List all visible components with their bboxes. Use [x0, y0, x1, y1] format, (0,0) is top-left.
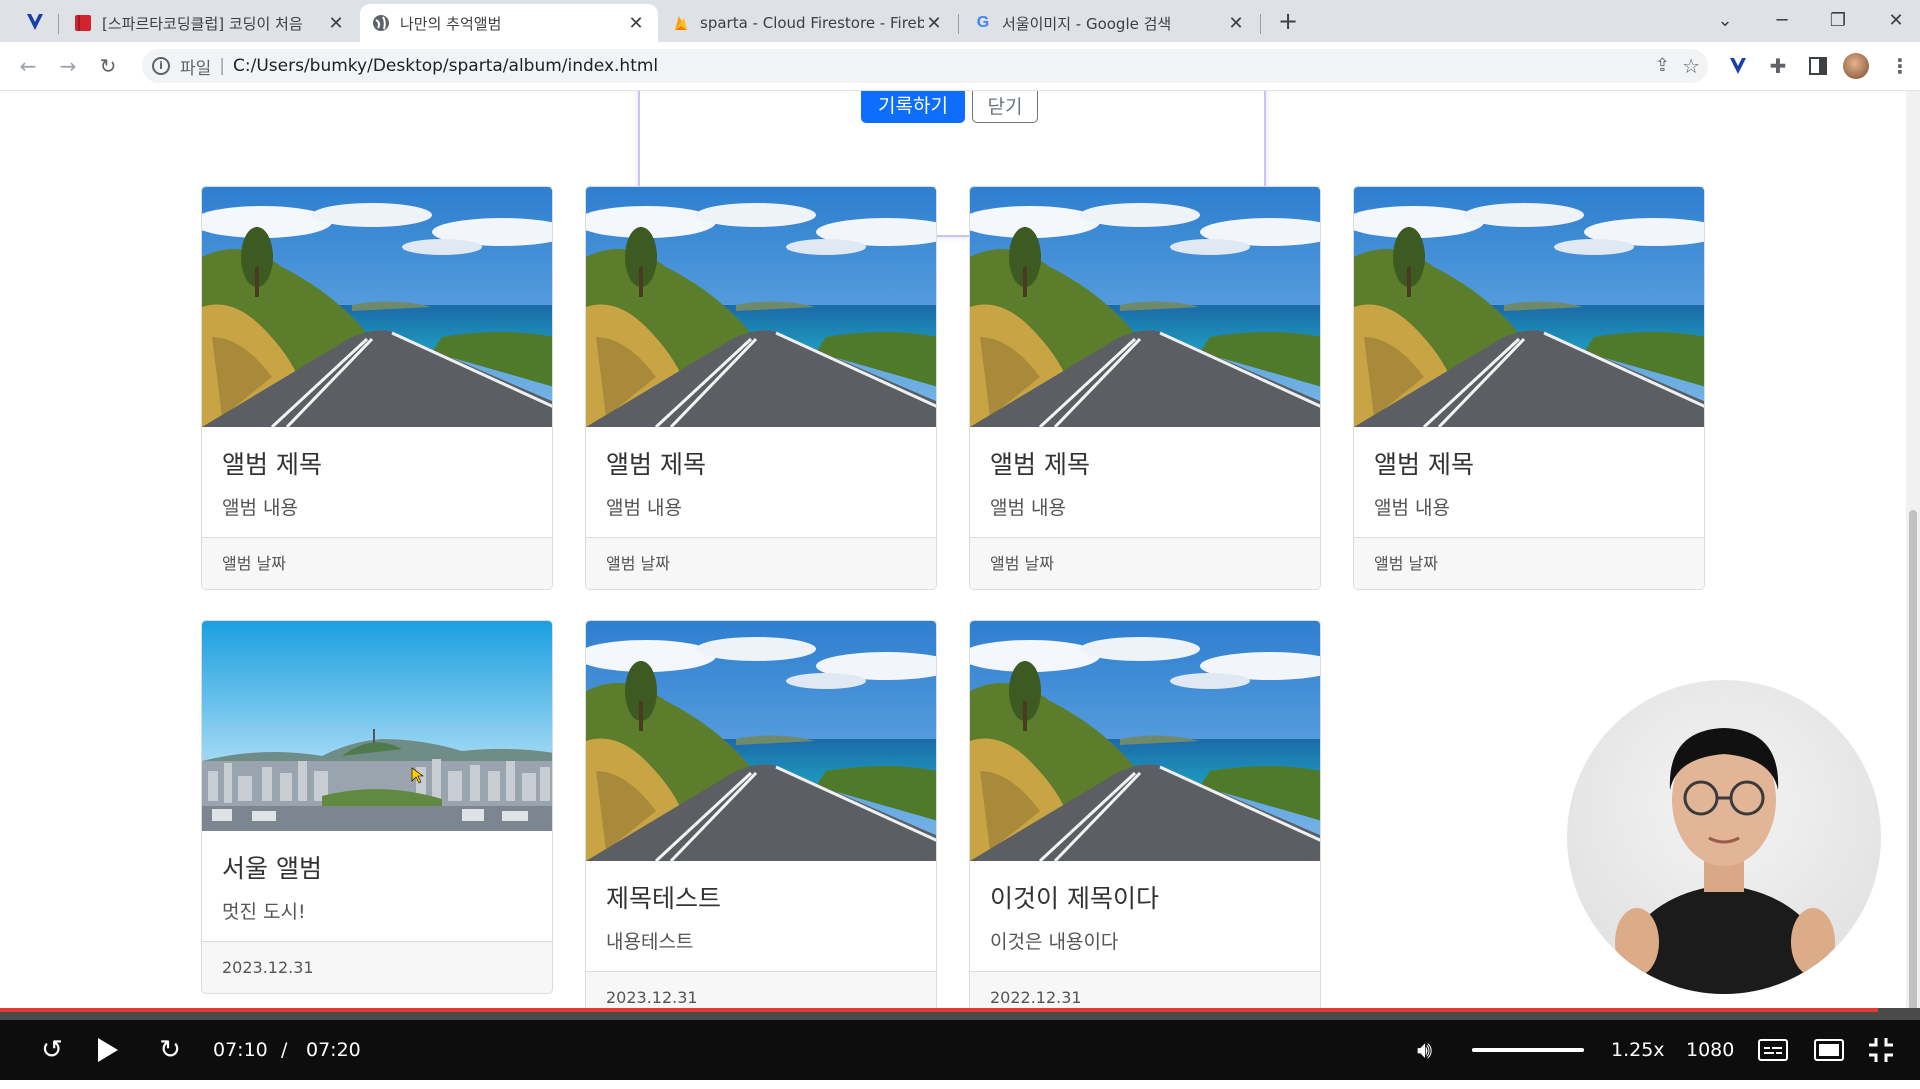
book-icon	[74, 14, 92, 32]
album-card: 제목테스트내용테스트 2023.12.31	[585, 620, 937, 1010]
card-date: 2023.12.31	[202, 941, 552, 993]
close-tab-icon[interactable]: ✕	[626, 13, 646, 34]
card-text: 앨범 내용	[990, 497, 1066, 519]
tab-my-album[interactable]: 나만의 추억앨범 ✕	[360, 4, 658, 42]
tab-title: [스파르타코딩클럽] 코딩이 처음	[102, 14, 303, 33]
google-icon: G	[976, 14, 990, 31]
current-time: 07:10	[213, 1039, 268, 1061]
minimize-icon[interactable]: ─	[1760, 6, 1804, 36]
volume-icon[interactable]: 🔊︎	[1417, 1020, 1451, 1080]
card-date: 2022.12.31	[970, 971, 1320, 1010]
theater-mode-icon[interactable]	[1814, 1020, 1846, 1080]
address-url[interactable]: C:/Users/bumky/Desktop/sparta/album/inde…	[233, 56, 658, 76]
new-tab-button[interactable]: +	[1272, 6, 1304, 36]
card-title: 서울 앨범	[222, 854, 322, 883]
vpn-extension-icon[interactable]	[1722, 50, 1754, 82]
tab-title: 서울이미지 - Google 검색	[1002, 14, 1172, 33]
globe-icon	[372, 14, 390, 32]
album-card: 서울 앨범멋진 도시! 2023.12.31	[201, 620, 553, 994]
card-date: 앨범 날짜	[586, 537, 936, 589]
card-text: 멋진 도시!	[222, 901, 306, 923]
card-title: 앨범 제목	[1374, 450, 1474, 479]
close-tab-icon[interactable]: ✕	[924, 13, 944, 34]
road-photo	[1354, 187, 1704, 427]
card-text: 앨범 내용	[606, 497, 682, 519]
forward-arrow-icon[interactable]: →	[52, 50, 84, 82]
presenter-webcam	[1567, 680, 1881, 994]
card-text: 내용테스트	[606, 931, 694, 953]
card-title: 앨범 제목	[990, 450, 1090, 479]
volume-level	[1472, 1048, 1584, 1052]
album-card: 앨범 제목앨범 내용 앨범 날짜	[969, 186, 1321, 590]
menu-kebab-icon[interactable]: ⋮	[1884, 50, 1916, 82]
firebase-icon	[672, 14, 690, 32]
restore-icon[interactable]: ❐	[1816, 6, 1860, 36]
rewind-10-icon[interactable]: ↺	[32, 1020, 72, 1080]
album-card: 앨범 제목앨범 내용 앨범 날짜	[585, 186, 937, 590]
scrollbar-thumb[interactable]	[1909, 510, 1917, 1010]
card-date: 앨범 날짜	[202, 537, 552, 589]
tab-sparta-course[interactable]: [스파르타코딩클럽] 코딩이 처음 ✕	[62, 4, 358, 42]
video-progress-fill	[0, 1008, 1878, 1012]
road-photo	[970, 187, 1320, 427]
tab-title: sparta - Cloud Firestore - Firebase	[700, 14, 924, 32]
card-title: 이것이 제목이다	[990, 884, 1159, 913]
address-bar[interactable]: i 파일 | C:/Users/bumky/Desktop/sparta/alb…	[142, 49, 1708, 83]
back-arrow-icon[interactable]: ←	[12, 50, 44, 82]
volume-slider[interactable]	[1472, 1048, 1584, 1052]
exit-fullscreen-icon[interactable]	[1868, 1020, 1900, 1080]
road-photo	[970, 621, 1320, 861]
tab-search-chevron-icon[interactable]: ⌄	[1703, 6, 1747, 36]
album-card: 앨범 제목앨범 내용 앨범 날짜	[201, 186, 553, 590]
profile-avatar[interactable]	[1843, 53, 1869, 79]
card-title: 앨범 제목	[222, 450, 322, 479]
vpn-extension-icon[interactable]	[18, 8, 52, 36]
time-separator: /	[281, 1039, 288, 1061]
card-text: 앨범 내용	[1374, 497, 1450, 519]
save-record-button[interactable]: 기록하기	[861, 91, 965, 123]
share-icon[interactable]: ⇪	[1655, 49, 1670, 83]
play-icon[interactable]	[92, 1020, 126, 1080]
card-title: 앨범 제목	[606, 450, 706, 479]
browser-toolbar: ← → ↻ i 파일 | C:/Users/bumky/Desktop/spar…	[0, 42, 1920, 91]
card-title: 제목테스트	[606, 884, 722, 913]
road-photo	[586, 621, 936, 861]
forward-10-icon[interactable]: ↻	[150, 1020, 190, 1080]
close-tab-icon[interactable]: ✕	[326, 13, 346, 34]
album-card: 이것이 제목이다이것은 내용이다 2022.12.31	[969, 620, 1321, 1010]
album-card: 앨범 제목앨범 내용 앨범 날짜	[1353, 186, 1705, 590]
seoul-photo	[202, 621, 552, 831]
extensions-puzzle-icon[interactable]: ✚	[1762, 50, 1794, 82]
captions-icon[interactable]	[1758, 1020, 1790, 1080]
address-scheme: 파일	[180, 58, 212, 79]
bookmark-star-icon[interactable]: ☆	[1682, 49, 1700, 83]
reload-icon[interactable]: ↻	[92, 50, 124, 82]
card-text: 앨범 내용	[222, 497, 298, 519]
card-date: 2023.12.31	[586, 971, 936, 1010]
tab-title: 나만의 추억앨범	[400, 14, 502, 33]
road-photo	[586, 187, 936, 427]
quality-selector[interactable]: 1080p	[1686, 1020, 1734, 1080]
tab-firestore[interactable]: sparta - Cloud Firestore - Firebase ✕	[660, 4, 956, 42]
window-close-icon[interactable]: ✕	[1874, 6, 1918, 36]
info-icon[interactable]: i	[152, 57, 170, 75]
road-photo	[202, 187, 552, 427]
tab-google-search[interactable]: G 서울이미지 - Google 검색 ✕	[962, 4, 1258, 42]
total-time: 07:20	[306, 1039, 361, 1061]
close-form-button[interactable]: 닫기	[972, 91, 1038, 123]
tab-separator	[1260, 14, 1261, 34]
close-tab-icon[interactable]: ✕	[1226, 13, 1246, 34]
card-text: 이것은 내용이다	[990, 931, 1119, 953]
video-player-controls: ↺ ↻ 07:10 / 07:20 🔊︎ 1.25x 1080p	[0, 1020, 1920, 1080]
browser-tab-strip: [스파르타코딩클럽] 코딩이 처음 ✕ 나만의 추억앨범 ✕ sparta - …	[0, 0, 1920, 42]
tab-separator	[958, 14, 959, 34]
card-date: 앨범 날짜	[970, 537, 1320, 589]
side-panel-icon[interactable]	[1802, 50, 1834, 82]
tab-separator	[58, 14, 59, 34]
address-separator: |	[219, 56, 226, 76]
card-date: 앨범 날짜	[1354, 537, 1704, 589]
playback-speed[interactable]: 1.25x	[1611, 1020, 1665, 1080]
